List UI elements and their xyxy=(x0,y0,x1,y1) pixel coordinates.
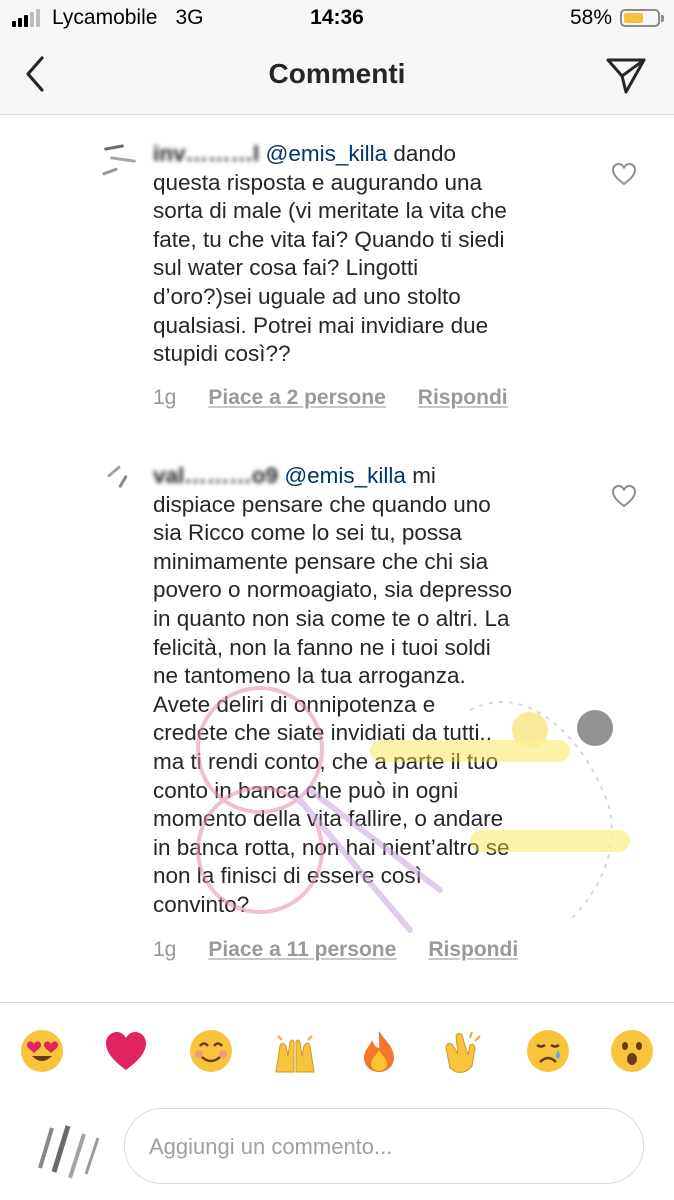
battery-icon xyxy=(620,9,664,27)
comment-mention[interactable]: @emis_killa xyxy=(284,463,406,488)
smiling-face-emoji-icon[interactable] xyxy=(186,1026,236,1076)
likes-count-link[interactable]: Piace a 2 persone xyxy=(208,386,385,410)
comment-input-container[interactable] xyxy=(124,1108,644,1185)
likes-count-link[interactable]: Piace a 11 persone xyxy=(208,938,396,962)
user-avatar xyxy=(30,1108,110,1184)
surprised-face-emoji-icon[interactable] xyxy=(607,1026,657,1076)
heart-icon xyxy=(611,162,637,186)
reply-button[interactable]: Rispondi xyxy=(428,938,518,962)
reply-button[interactable]: Rispondi xyxy=(418,386,508,410)
comment-username[interactable]: val………o9 xyxy=(153,463,278,488)
direct-share-button[interactable] xyxy=(604,52,648,96)
fire-emoji-icon[interactable] xyxy=(354,1026,404,1076)
comment-text: val………o9 @emis_killa mi dispiace pensare … xyxy=(153,463,512,917)
heart-icon xyxy=(611,484,637,508)
page-title: Commenti xyxy=(268,58,406,89)
battery-percent: 58% xyxy=(569,6,612,29)
avatar[interactable] xyxy=(98,462,144,508)
clapping-hands-emoji-icon[interactable] xyxy=(438,1026,488,1076)
comment-time: 1g xyxy=(153,386,177,409)
battery-fill xyxy=(624,13,643,23)
status-bar: Lycamobile 3G 14:36 58% xyxy=(0,0,674,38)
crying-face-emoji-icon[interactable] xyxy=(523,1026,573,1076)
header: Commenti xyxy=(0,38,674,115)
like-button[interactable] xyxy=(610,160,638,188)
comment-meta: 1g Piace a 11 persone Rispondi xyxy=(153,938,518,962)
comment-meta: 1g Piace a 2 persone Rispondi xyxy=(153,386,508,410)
status-bar-right: 58% xyxy=(569,6,664,30)
comment-text: inv………l @emis_killa dando questa risposta… xyxy=(153,141,507,367)
comment-input[interactable] xyxy=(147,1109,611,1185)
raising-hands-emoji-icon[interactable] xyxy=(270,1026,320,1076)
emoji-quick-reactions xyxy=(0,1002,674,1099)
like-button[interactable] xyxy=(610,482,638,510)
avatar[interactable] xyxy=(98,140,144,186)
heart-eyes-emoji-icon[interactable] xyxy=(17,1026,67,1076)
comment-input-bar xyxy=(0,1100,674,1200)
comment-mention[interactable]: @emis_killa xyxy=(266,141,388,166)
paper-plane-icon xyxy=(606,58,646,94)
comment-time: 1g xyxy=(153,938,177,961)
red-heart-emoji-icon[interactable] xyxy=(101,1026,151,1076)
comment-username[interactable]: inv………l xyxy=(153,141,259,166)
